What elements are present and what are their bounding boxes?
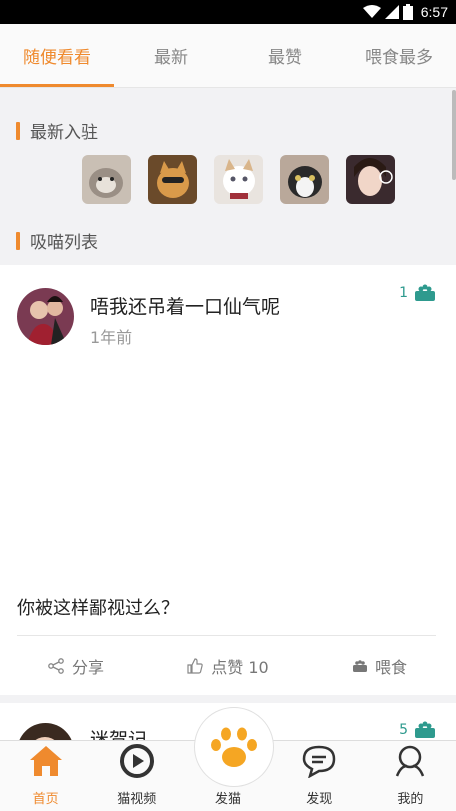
nav-discover[interactable]: 发现 xyxy=(274,741,365,811)
feed-label: 喂食 xyxy=(374,657,407,677)
post-card[interactable]: 唔我还吊着一口仙气呢 1年前 1 你被这样鄙视过么？ 分享 点赞 10 喂食 xyxy=(0,265,456,695)
chat-bubble-icon xyxy=(299,741,339,780)
tab-random[interactable]: 随便看看 xyxy=(0,24,114,87)
food-bowl-icon xyxy=(352,659,367,672)
tab-most-liked[interactable]: 最赞 xyxy=(228,24,342,87)
status-bar: 6:57 xyxy=(0,0,456,24)
paw-icon xyxy=(211,727,257,767)
post-time: 1年前 xyxy=(90,328,133,347)
user-icon xyxy=(390,741,430,780)
status-icons: 6:57 xyxy=(362,3,448,21)
share-button[interactable]: 分享 xyxy=(0,636,152,695)
battery-icon xyxy=(402,4,413,20)
scrollbar[interactable] xyxy=(452,90,456,180)
poster-avatar[interactable] xyxy=(17,288,74,345)
post-text: 你被这样鄙视过么？ xyxy=(17,598,179,619)
share-label: 分享 xyxy=(71,657,104,677)
food-bowl-icon xyxy=(415,284,435,301)
status-time: 6:57 xyxy=(420,4,448,20)
cat-avatar[interactable] xyxy=(280,155,329,204)
nav-me[interactable]: 我的 xyxy=(365,741,456,811)
nav-me-label: 我的 xyxy=(397,792,424,807)
cat-avatar[interactable] xyxy=(148,155,197,204)
nav-home-label: 首页 xyxy=(32,792,59,807)
new-arrivals-header: 最新入驻 xyxy=(16,118,98,143)
new-arrivals-avatars xyxy=(82,155,395,204)
feed-count: 5 xyxy=(399,721,436,739)
feed-count: 1 xyxy=(399,284,436,302)
post-cat-button[interactable] xyxy=(194,707,274,787)
nav-post-label: 发猫 xyxy=(215,792,242,807)
food-bowl-icon xyxy=(415,721,435,738)
signal-icon xyxy=(384,5,399,19)
post-actions: 分享 点赞 10 喂食 xyxy=(0,636,456,695)
play-icon xyxy=(117,741,157,780)
poster-name[interactable]: 唔我还吊着一口仙气呢 xyxy=(90,292,280,319)
nav-home[interactable]: 首页 xyxy=(0,741,91,811)
share-icon xyxy=(48,657,64,674)
nav-video[interactable]: 猫视频 xyxy=(91,741,182,811)
wifi-icon xyxy=(362,5,381,18)
thumbs-up-icon xyxy=(187,657,203,674)
feed-button[interactable]: 喂食 xyxy=(304,636,456,695)
nav-discover-label: 发现 xyxy=(306,792,333,807)
like-button[interactable]: 点赞 10 xyxy=(152,636,304,695)
section-accent-bar xyxy=(16,231,20,250)
home-icon xyxy=(26,741,66,780)
nav-video-label: 猫视频 xyxy=(117,792,157,807)
tab-newest[interactable]: 最新 xyxy=(114,24,228,87)
cat-list-title: 吸喵列表 xyxy=(30,233,98,253)
feed-count-value: 5 xyxy=(399,722,408,738)
cat-list-header: 吸喵列表 xyxy=(16,228,98,253)
cat-avatar[interactable] xyxy=(82,155,131,204)
new-arrivals-title: 最新入驻 xyxy=(30,123,98,143)
top-tabs: 随便看看 最新 最赞 喂食最多 xyxy=(0,24,456,88)
cat-avatar[interactable] xyxy=(214,155,263,204)
section-accent-bar xyxy=(16,121,20,140)
user-avatar[interactable] xyxy=(346,155,395,204)
tab-most-fed[interactable]: 喂食最多 xyxy=(342,24,456,87)
feed-count-value: 1 xyxy=(399,285,408,301)
like-label: 点赞 10 xyxy=(211,657,269,677)
